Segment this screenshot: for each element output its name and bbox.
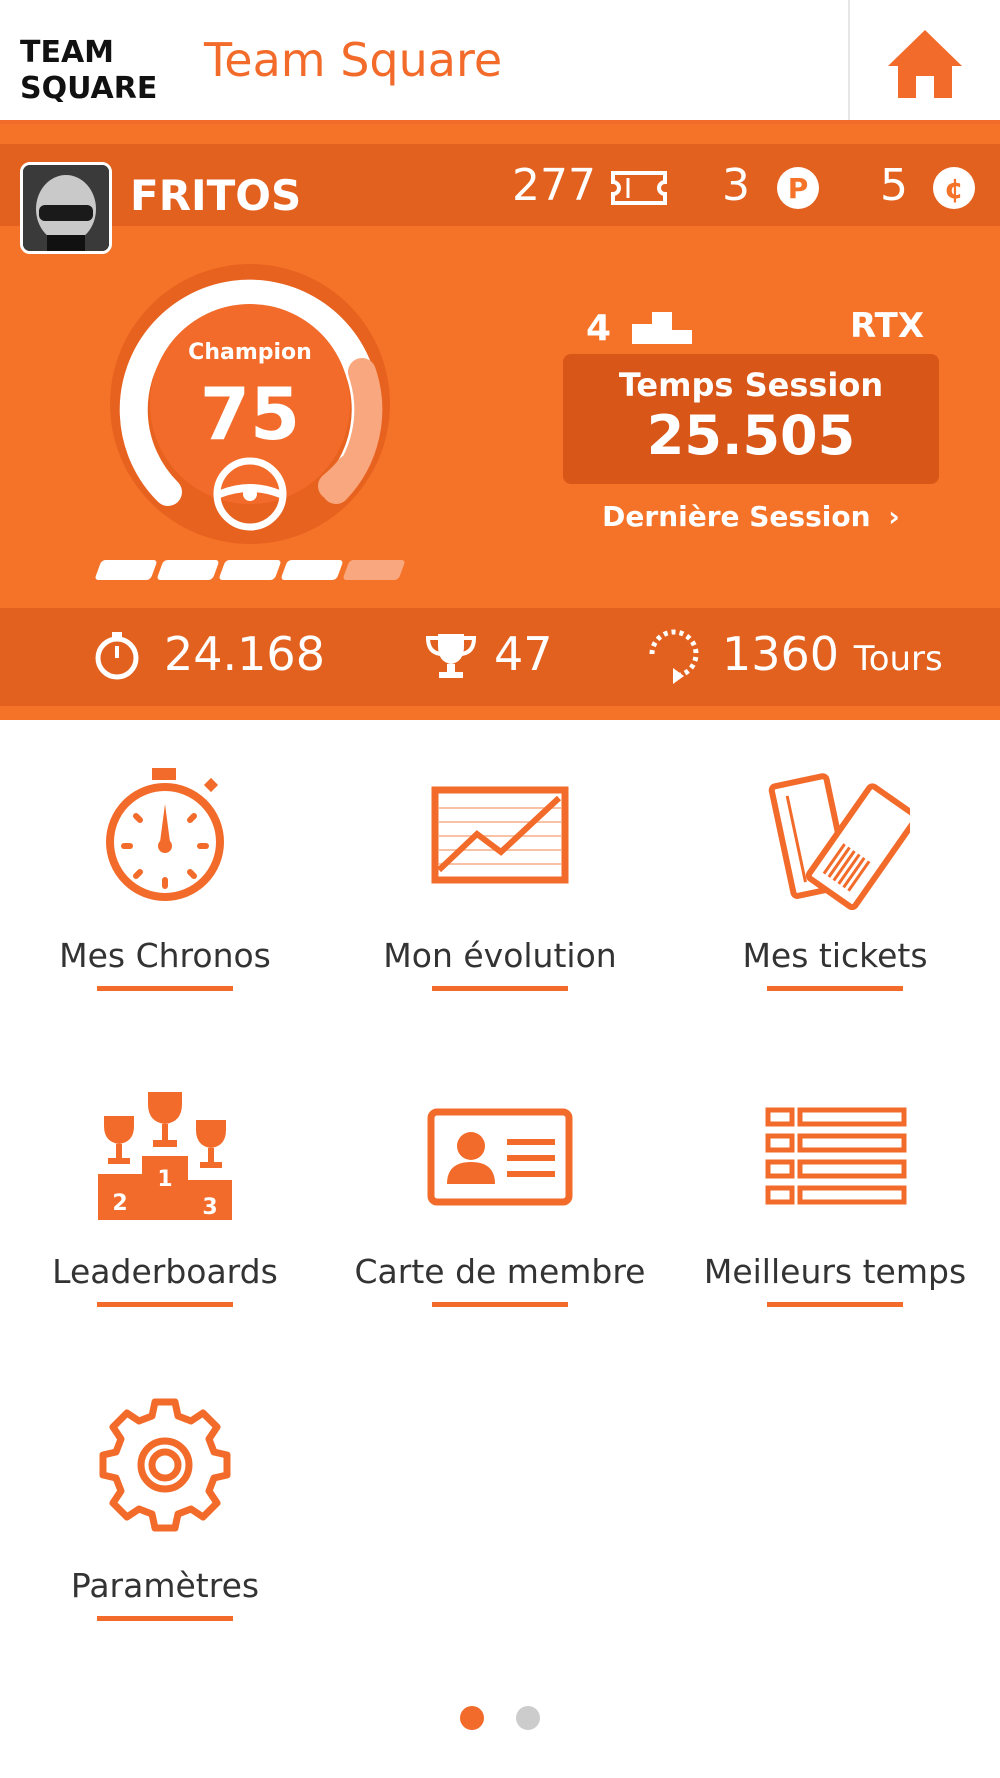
menu-tile-underline bbox=[97, 1616, 233, 1621]
username: FRITOS bbox=[130, 171, 302, 220]
menu-tile-label: Mes Chronos bbox=[59, 936, 271, 975]
chevron-right-icon: › bbox=[888, 500, 900, 533]
stopwatch-icon bbox=[90, 760, 240, 910]
svg-text:3: 3 bbox=[202, 1195, 217, 1220]
svg-text:¢: ¢ bbox=[944, 172, 963, 205]
level-segment bbox=[342, 560, 406, 580]
menu-tile-leaderboards[interactable]: 2 1 3 Leaderboards bbox=[15, 1076, 315, 1376]
helmet-icon bbox=[23, 165, 109, 251]
menu-tile-label: Meilleurs temps bbox=[703, 1252, 967, 1291]
level-segment bbox=[94, 560, 158, 580]
laps-icon bbox=[640, 624, 706, 688]
trophy-icon bbox=[424, 630, 478, 684]
menu-tile-param-tres[interactable]: Paramètres bbox=[15, 1390, 315, 1690]
credits-icon: ¢ bbox=[932, 166, 976, 214]
tickets-icon bbox=[760, 760, 919, 911]
logo-text-bottom: SQUARE bbox=[20, 71, 157, 102]
best-time: 24.168 bbox=[164, 627, 325, 681]
page-dot-active[interactable] bbox=[460, 1706, 484, 1730]
menu-tile-label: Leaderboards bbox=[52, 1252, 278, 1291]
kart-name: RTX bbox=[850, 306, 925, 346]
menu-tile-label: Paramètres bbox=[70, 1566, 260, 1605]
home-button[interactable] bbox=[848, 0, 1000, 120]
menu-tile-label: Carte de membre bbox=[354, 1252, 646, 1291]
laps-count: 1360 Tours bbox=[722, 626, 943, 687]
session-label: Temps Session bbox=[618, 366, 884, 404]
podium-icon bbox=[631, 312, 692, 344]
ticket-icon bbox=[610, 170, 668, 210]
menu-tile-mes-tickets[interactable]: Mes tickets bbox=[685, 760, 985, 1060]
laps-value: 1360 bbox=[722, 627, 840, 681]
menu-tile-underline bbox=[432, 986, 568, 991]
menu-tile-label: Mes tickets bbox=[742, 936, 928, 975]
points-icon: P bbox=[776, 166, 820, 214]
logo-text-top: TEAM bbox=[20, 35, 114, 70]
session-time: 25.505 bbox=[646, 404, 856, 467]
list-icon bbox=[760, 1076, 910, 1226]
menu-tile-underline bbox=[97, 986, 233, 991]
app-title: Team Square bbox=[204, 33, 503, 87]
level-value: 75 bbox=[199, 372, 301, 456]
menu-tile-underline bbox=[767, 986, 903, 991]
level-label: Champion bbox=[188, 340, 312, 365]
team-square-logo: TEAM SQUARE bbox=[18, 30, 178, 106]
level-segment bbox=[156, 560, 220, 580]
podium-trophies-icon: 2 1 3 bbox=[90, 1076, 240, 1226]
menu-tile-carte-de-membre[interactable]: Carte de membre bbox=[350, 1076, 650, 1376]
svg-text:1: 1 bbox=[157, 1167, 172, 1192]
avatar[interactable] bbox=[20, 162, 112, 254]
svg-text:P: P bbox=[788, 172, 809, 205]
trophies-count: 47 bbox=[494, 627, 553, 681]
menu-tile-underline bbox=[97, 1302, 233, 1307]
menu-tile-mon-volution[interactable]: Mon évolution bbox=[350, 760, 650, 1060]
steering-wheel-icon bbox=[212, 456, 288, 536]
last-session-label: Dernière Session bbox=[602, 500, 871, 533]
credits-count: 5 bbox=[880, 160, 908, 211]
home-icon bbox=[888, 30, 962, 98]
menu-tile-label: Mon évolution bbox=[383, 936, 617, 975]
page-dot[interactable] bbox=[516, 1706, 540, 1730]
menu-tile-underline bbox=[432, 1302, 568, 1307]
menu-tile-underline bbox=[767, 1302, 903, 1307]
stopwatch-small-icon bbox=[92, 630, 142, 684]
rank-value: 4 bbox=[586, 308, 612, 349]
member-card-icon bbox=[425, 1076, 575, 1226]
menu-tile-meilleurs-temps[interactable]: Meilleurs temps bbox=[685, 1076, 985, 1376]
rank: 4 bbox=[586, 308, 692, 349]
level-segment bbox=[280, 560, 344, 580]
level-segment bbox=[218, 560, 282, 580]
svg-text:2: 2 bbox=[112, 1191, 127, 1216]
points-count: 3 bbox=[722, 160, 750, 211]
line-chart-icon bbox=[425, 760, 575, 910]
tickets-count: 277 bbox=[512, 160, 596, 211]
gear-icon bbox=[90, 1390, 240, 1540]
menu-tile-mes-chronos[interactable]: Mes Chronos bbox=[15, 760, 315, 1060]
laps-unit: Tours bbox=[853, 639, 943, 679]
last-session-link[interactable]: Dernière Session › bbox=[563, 500, 939, 533]
